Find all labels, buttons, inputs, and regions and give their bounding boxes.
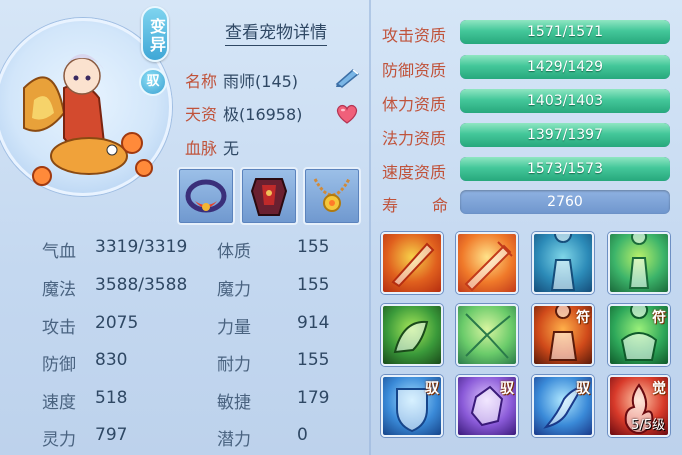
pet-talent-label: 天资 (185, 105, 218, 124)
aptitude-value: 1403/1403 (527, 93, 603, 109)
stat-label: 防御 (42, 355, 76, 375)
stat-value: 2075 (95, 313, 139, 333)
stat-value: 518 (95, 388, 128, 408)
attribute-value: 914 (297, 313, 330, 333)
rename-pen-icon[interactable] (333, 66, 361, 88)
view-pet-details-link[interactable]: 查看宠物详情 (225, 18, 327, 46)
attribute-label: 敏捷 (217, 393, 251, 413)
skill-tag: 驭 (425, 381, 439, 397)
stat-value: 3588/3588 (95, 275, 188, 295)
skill-tag: 符 (576, 310, 590, 326)
aptitude-label: 法力资质 (382, 129, 447, 148)
green-beast-icon (393, 320, 429, 354)
skill-tag: 驭 (500, 381, 514, 397)
aptitude-bar: 1571/1571 (460, 20, 670, 44)
attribute-value: 179 (297, 388, 330, 408)
aptitude-label: 体力资质 (382, 95, 447, 114)
aptitude-label: 攻击资质 (382, 26, 447, 45)
attribute-value: 155 (297, 275, 330, 295)
skill-slot[interactable]: 驭 (456, 375, 518, 437)
skill-slot[interactable] (608, 232, 670, 294)
aptitude-value: 1429/1429 (527, 59, 603, 75)
attribute-label: 魔力 (217, 280, 251, 300)
skill-tag: 觉 (652, 381, 666, 397)
attribute-label: 耐力 (217, 355, 251, 375)
stat-label: 灵力 (42, 430, 76, 450)
shadow-figure-icon (550, 234, 576, 291)
stat-label: 魔法 (42, 280, 76, 300)
skill-tag: 符 (652, 310, 666, 326)
aptitude-value: 1573/1573 (527, 161, 603, 177)
attribute-value: 0 (297, 425, 308, 445)
red-collar-icon (185, 179, 227, 213)
pet-name-label: 名称 (185, 72, 218, 91)
variant-badge: 变异 (141, 6, 169, 62)
stat-value: 3319/3319 (95, 237, 188, 257)
aptitude-bar: 1403/1403 (460, 89, 670, 113)
aptitude-bar: 1573/1573 (460, 157, 670, 181)
skill-slot[interactable] (381, 304, 443, 366)
skill-slot[interactable]: 觉 5/5级 (608, 375, 670, 437)
tame-badge: 驭 (139, 68, 167, 96)
skill-slot[interactable]: 驭 (532, 375, 594, 437)
life-value: 2760 (547, 194, 583, 210)
attribute-label: 潜力 (217, 430, 251, 450)
green-aura-figure-icon (628, 234, 650, 289)
skill-slot[interactable] (381, 232, 443, 294)
strike-sword-icon (464, 241, 513, 292)
life-label-a: 寿 (382, 196, 399, 215)
pet-talent-value: 极(16958) (223, 105, 303, 124)
skill-slot[interactable] (532, 232, 594, 294)
aptitude-value: 1397/1397 (527, 127, 603, 143)
skill-slot[interactable] (456, 232, 518, 294)
equipment-slot-necklace[interactable] (303, 167, 361, 225)
life-bar: 2760 (460, 190, 670, 214)
green-burst-icon (465, 313, 511, 359)
attribute-value: 155 (297, 350, 330, 370)
flaming-sword-icon (391, 242, 435, 288)
attribute-label: 力量 (217, 318, 251, 338)
skill-slot[interactable]: 符 (532, 304, 594, 366)
pet-bloodline-value: 无 (223, 139, 240, 158)
pet-bloodline-label: 血脉 (185, 139, 218, 158)
pet-name-value: 雨师(145) (223, 72, 299, 91)
stat-label: 攻击 (42, 318, 76, 338)
sun-necklace-icon (313, 178, 351, 212)
attribute-value: 155 (297, 237, 330, 257)
armor-icon (250, 178, 288, 216)
aptitude-bar: 1429/1429 (460, 55, 670, 79)
skill-slot[interactable]: 驭 (381, 375, 443, 437)
panel-divider (369, 0, 371, 455)
skill-slot[interactable]: 符 (608, 304, 670, 366)
life-label-b: 命 (432, 196, 449, 215)
stat-label: 速度 (42, 393, 76, 413)
pet-talent-row: 天资 极(16958) (185, 101, 302, 125)
pet-bloodline-row: 血脉无 (185, 135, 239, 159)
life-label: 寿命 (382, 192, 448, 216)
skill-tag: 驭 (576, 381, 590, 397)
skill-slot[interactable] (456, 304, 518, 366)
aptitude-bar: 1397/1397 (460, 123, 670, 147)
stat-value: 830 (95, 350, 128, 370)
pet-info-panel: 变异 驭 查看宠物详情 名称 雨师(145) 天资 极(16958) 血脉无 气… (0, 0, 682, 455)
aptitude-value: 1571/1571 (527, 24, 603, 40)
aptitude-label: 速度资质 (382, 163, 447, 182)
skill-level: 5/5级 (631, 418, 665, 433)
equipment-slot-armor[interactable] (240, 167, 298, 225)
equipment-slot-collar[interactable] (177, 167, 235, 225)
aptitude-label: 防御资质 (382, 61, 447, 80)
attribute-label: 体质 (217, 242, 251, 262)
pet-name-row: 名称 雨师(145) (185, 68, 298, 92)
stat-value: 797 (95, 425, 128, 445)
stat-label: 气血 (42, 242, 76, 262)
heart-icon[interactable] (335, 103, 359, 125)
